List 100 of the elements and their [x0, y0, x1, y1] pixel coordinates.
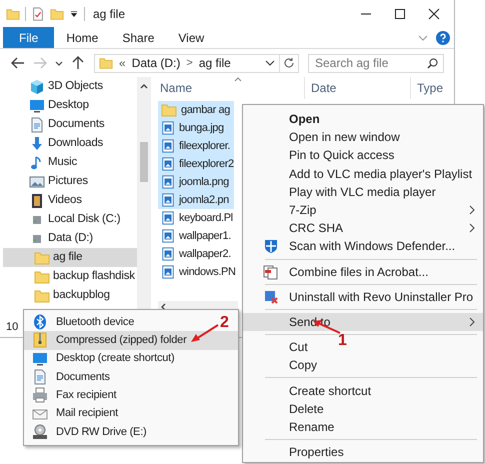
folder-icon	[99, 56, 113, 70]
ribbon-tab[interactable]: View	[166, 27, 216, 48]
scrollbar-thumb[interactable]	[140, 142, 148, 182]
printer-icon	[32, 387, 48, 404]
breadcrumb-separator: >	[186, 56, 193, 71]
shield-icon	[263, 238, 279, 254]
folder-icon	[6, 6, 20, 20]
menu-item[interactable]: Properties	[243, 443, 352, 462]
overflow-chevron[interactable]: «	[119, 54, 126, 72]
menu-item[interactable]: Mail recipient	[24, 404, 122, 423]
stacked-files-icon	[263, 264, 279, 280]
help-icon[interactable]	[436, 30, 450, 44]
monitor-icon	[32, 350, 48, 367]
image-file-icon	[161, 228, 175, 244]
bluetooth-icon	[32, 314, 48, 330]
nav-item[interactable]: Desktop	[3, 96, 137, 115]
image-file-icon	[161, 156, 175, 172]
menu-item[interactable]: Compressed (zipped) folder	[24, 331, 238, 350]
annotation-label: 1	[338, 332, 347, 349]
nav-item[interactable]: Local Disk (C:)	[3, 210, 137, 229]
menu-item[interactable]: Documents	[24, 368, 114, 386]
menu-item[interactable]: Play with VLC media player	[243, 182, 444, 201]
ribbon-tab[interactable]: Home	[54, 27, 110, 48]
nav-item[interactable]: ag file	[3, 248, 137, 267]
menu-item[interactable]: Bluetooth device	[24, 313, 138, 332]
image-file-icon	[161, 174, 175, 190]
dropdown-icon[interactable]	[265, 59, 275, 67]
ribbon-tab[interactable]: File	[3, 27, 54, 48]
file-row[interactable]: wallpaper1.	[158, 227, 234, 245]
menu-item[interactable]: 7-Zip	[243, 200, 483, 220]
menu-item[interactable]: Create shortcut	[243, 381, 380, 400]
chevron-down-icon[interactable]	[418, 34, 428, 42]
address-bar[interactable]: « Data (D:) > ag file	[94, 54, 299, 72]
nav-item[interactable]: Downloads	[3, 134, 137, 153]
image-file-icon	[161, 246, 175, 262]
window-title: ag file	[93, 6, 126, 22]
folder-icon	[34, 250, 50, 266]
search-field[interactable]: Search ag file	[308, 54, 444, 72]
menu-item[interactable]: Pin to Quick access	[243, 146, 402, 165]
breadcrumb[interactable]: Data (D:)	[132, 54, 180, 72]
menu-item[interactable]: Desktop (create shortcut)	[24, 350, 178, 368]
annotation-arrow	[191, 324, 219, 342]
document-icon	[29, 116, 45, 132]
picture-icon	[29, 174, 45, 190]
close-icon[interactable]	[428, 8, 440, 20]
refresh-icon[interactable]	[283, 57, 295, 69]
menu-item[interactable]: Copy	[243, 356, 326, 374]
image-file-icon	[161, 138, 175, 154]
properties-icon	[31, 6, 45, 20]
file-row[interactable]: joomla2.pn	[158, 191, 234, 209]
nav-item[interactable]: Music	[3, 153, 137, 172]
column-header[interactable]: Type	[410, 77, 450, 99]
maximize-icon[interactable]	[394, 8, 406, 20]
image-file-icon	[161, 192, 175, 208]
menu-item[interactable]: Uninstall with Revo Uninstaller Pro	[243, 288, 482, 306]
nav-item[interactable]: Videos	[3, 191, 137, 210]
column-header[interactable]: Date	[304, 77, 410, 99]
nav-item[interactable]: Documents	[3, 115, 137, 134]
nav-item[interactable]: Data (D:)	[3, 229, 137, 248]
menu-item[interactable]: Combine files in Acrobat...	[243, 262, 436, 281]
menu-item[interactable]: Rename	[243, 418, 342, 436]
document-icon	[32, 369, 48, 386]
ribbon-tab[interactable]: Share	[110, 27, 166, 48]
menu-item[interactable]: Open in new window	[243, 128, 408, 146]
file-row[interactable]: fileexplorer.	[158, 137, 234, 155]
back-arrow-icon[interactable]	[10, 55, 26, 71]
menu-item[interactable]: Scan with Windows Defender...	[243, 237, 464, 256]
menu-item[interactable]: CRC SHA	[243, 219, 483, 238]
menu-item[interactable]: Cut	[243, 338, 316, 356]
uninstall-icon	[263, 288, 279, 305]
file-row[interactable]: bunga.jpg	[158, 119, 234, 137]
file-row[interactable]: wallpaper2.	[158, 245, 234, 263]
file-row[interactable]: gambar ag	[158, 101, 234, 119]
nav-item[interactable]: backupblog	[3, 286, 137, 305]
menu-item[interactable]: Fax recipient	[24, 386, 120, 404]
column-header[interactable]: Name	[158, 77, 304, 99]
file-row[interactable]: fileexplorer2	[158, 155, 234, 173]
file-row[interactable]: joomla.png	[158, 173, 234, 191]
image-file-icon	[161, 120, 175, 136]
menu-item[interactable]: Open	[243, 110, 328, 128]
nav-item[interactable]: 3D Objects	[3, 77, 137, 96]
up-arrow-icon[interactable]	[70, 55, 86, 71]
file-row[interactable]: keyboard.Pl	[158, 209, 234, 227]
monitor-icon	[29, 98, 45, 114]
zip-folder-icon	[32, 332, 48, 348]
download-arrow-icon	[29, 136, 45, 152]
menu-item[interactable]: DVD RW Drive (E:)	[24, 422, 151, 442]
nav-item[interactable]: Pictures	[3, 172, 137, 191]
file-row[interactable]: windows.PN	[158, 263, 234, 281]
breadcrumb[interactable]: ag file	[198, 54, 231, 72]
film-icon	[29, 192, 45, 208]
menu-item[interactable]: Add to VLC media player's Playlist	[243, 164, 480, 183]
status-text: 10	[6, 320, 18, 335]
scroll-up-icon[interactable]	[140, 83, 148, 89]
sort-caret-icon	[234, 77, 242, 82]
nav-item[interactable]: backup flashdisk	[3, 267, 137, 286]
image-file-icon	[161, 264, 175, 280]
image-file-icon	[161, 210, 175, 226]
disc-drive-icon	[32, 424, 48, 440]
menu-item[interactable]: Delete	[243, 400, 332, 418]
